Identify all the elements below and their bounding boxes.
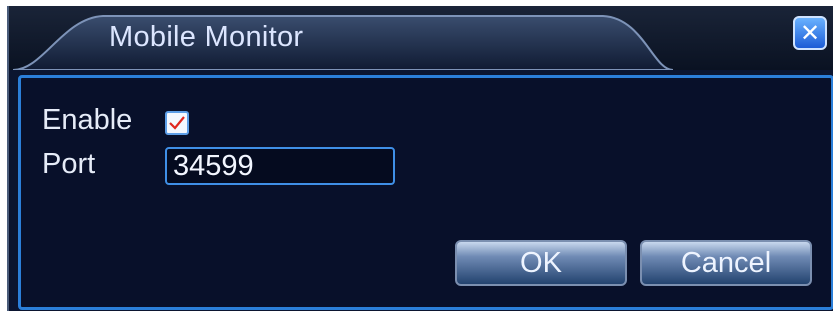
port-label: Port	[42, 148, 96, 180]
enable-label: Enable	[42, 104, 133, 136]
port-input[interactable]: 34599	[165, 147, 395, 185]
screen: Mobile Monitor ✕ Enable Port 34599 OK Ca…	[0, 0, 833, 311]
titlebar: Mobile Monitor ✕	[9, 6, 833, 70]
checkmark-icon	[169, 116, 185, 130]
cancel-button[interactable]: Cancel	[640, 240, 812, 286]
enable-checkbox[interactable]	[165, 111, 189, 135]
dialog-title: Mobile Monitor	[109, 21, 304, 53]
ok-button[interactable]: OK	[455, 240, 627, 286]
close-icon[interactable]: ✕	[793, 16, 827, 50]
